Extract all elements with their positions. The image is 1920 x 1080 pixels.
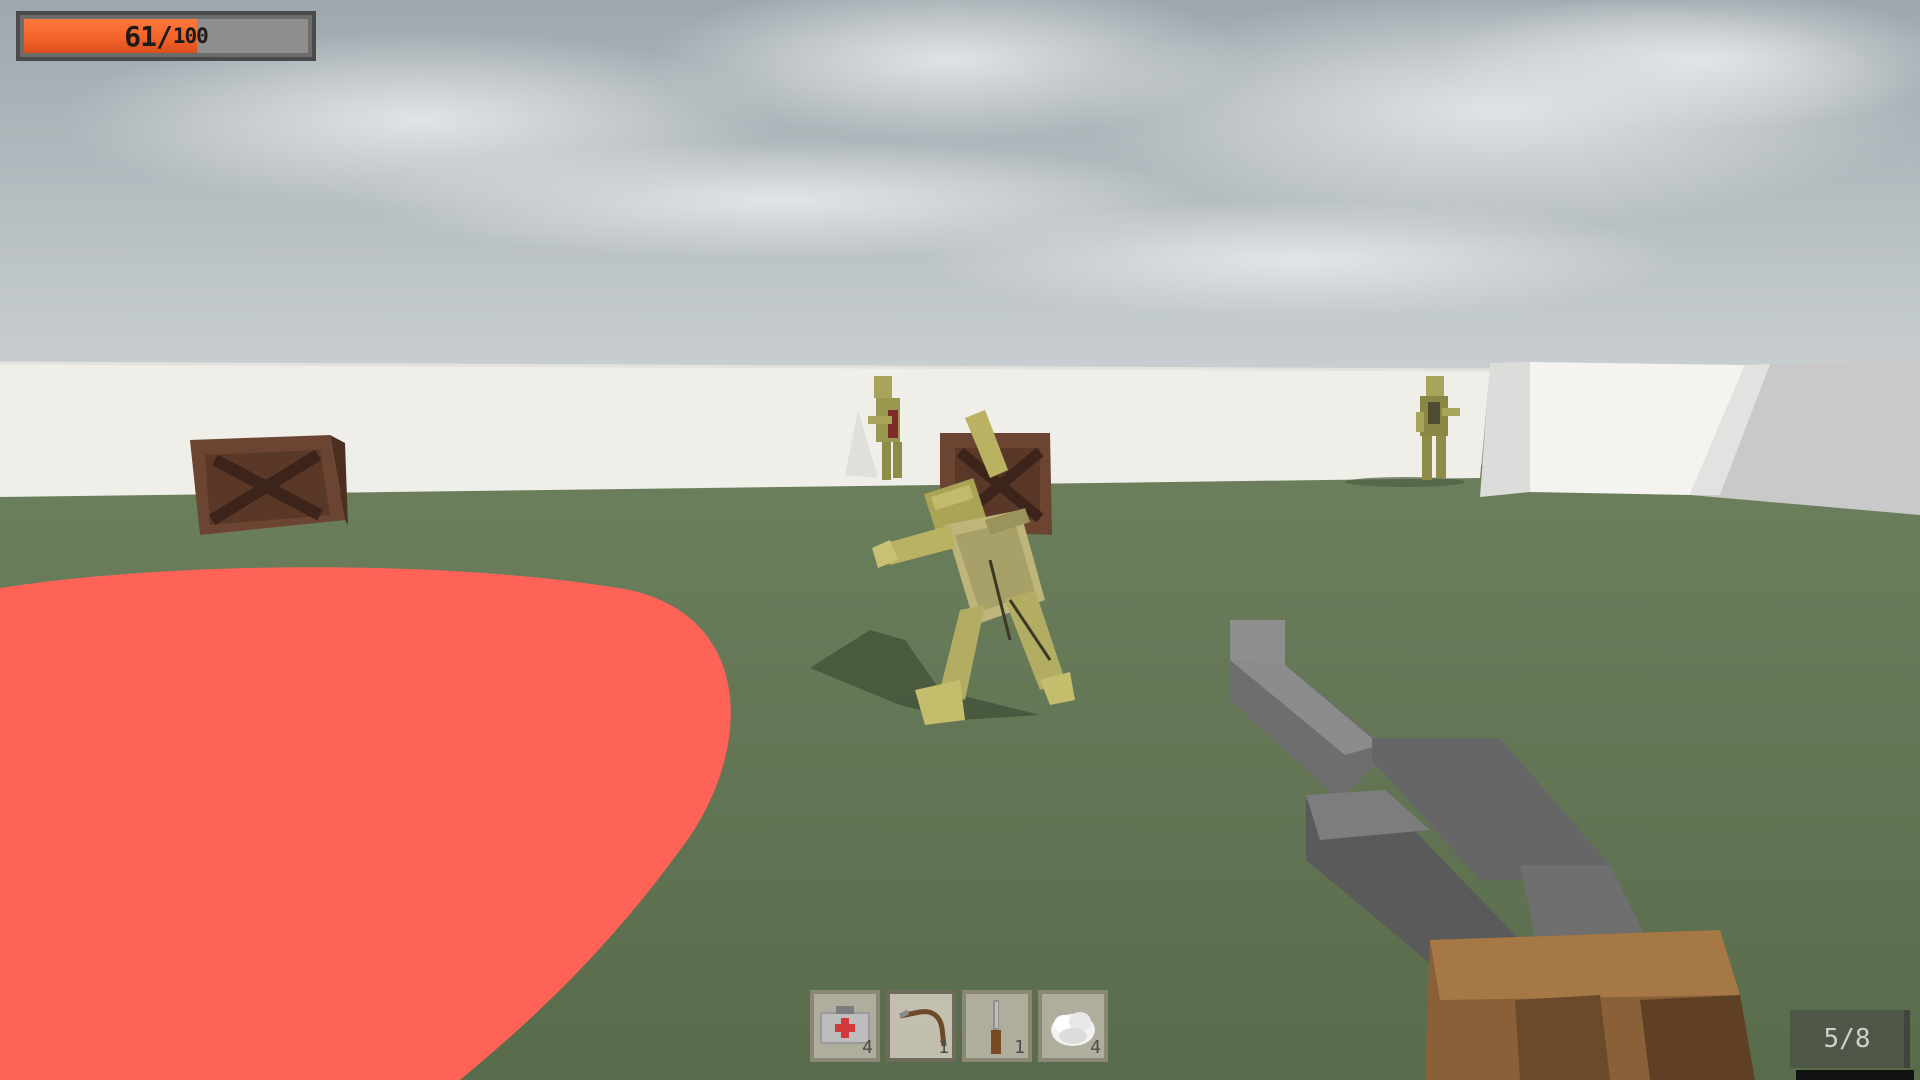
hotbar-count: 1 bbox=[1014, 1037, 1025, 1058]
hotbar-count: 4 bbox=[862, 1037, 873, 1058]
hotbar-slot-cloth[interactable]: 4 bbox=[1038, 990, 1108, 1062]
crate-left bbox=[190, 435, 348, 535]
health-bar: 61/100 bbox=[16, 11, 316, 61]
hotbar-count: 1 bbox=[938, 1037, 949, 1058]
health-current: 61 bbox=[124, 19, 157, 53]
hotbar: 4 1 1 4 bbox=[810, 990, 1108, 1062]
ammo-counter: 5/8 bbox=[1790, 1010, 1910, 1068]
hotbar-slot-medkit[interactable]: 4 bbox=[810, 990, 880, 1062]
health-label: 61/100 bbox=[20, 15, 312, 57]
hotbar-count: 4 bbox=[1090, 1037, 1101, 1058]
hotbar-slot-knife[interactable]: 1 bbox=[962, 990, 1032, 1062]
health-max: 100 bbox=[172, 24, 209, 48]
hotbar-slot-crowbar[interactable]: 1 bbox=[886, 990, 956, 1062]
ammo-bar bbox=[1796, 1070, 1914, 1080]
ammo-label: 5/8 bbox=[1823, 1024, 1871, 1054]
game-viewport[interactable] bbox=[0, 0, 1920, 1080]
health-separator: / bbox=[155, 19, 173, 53]
